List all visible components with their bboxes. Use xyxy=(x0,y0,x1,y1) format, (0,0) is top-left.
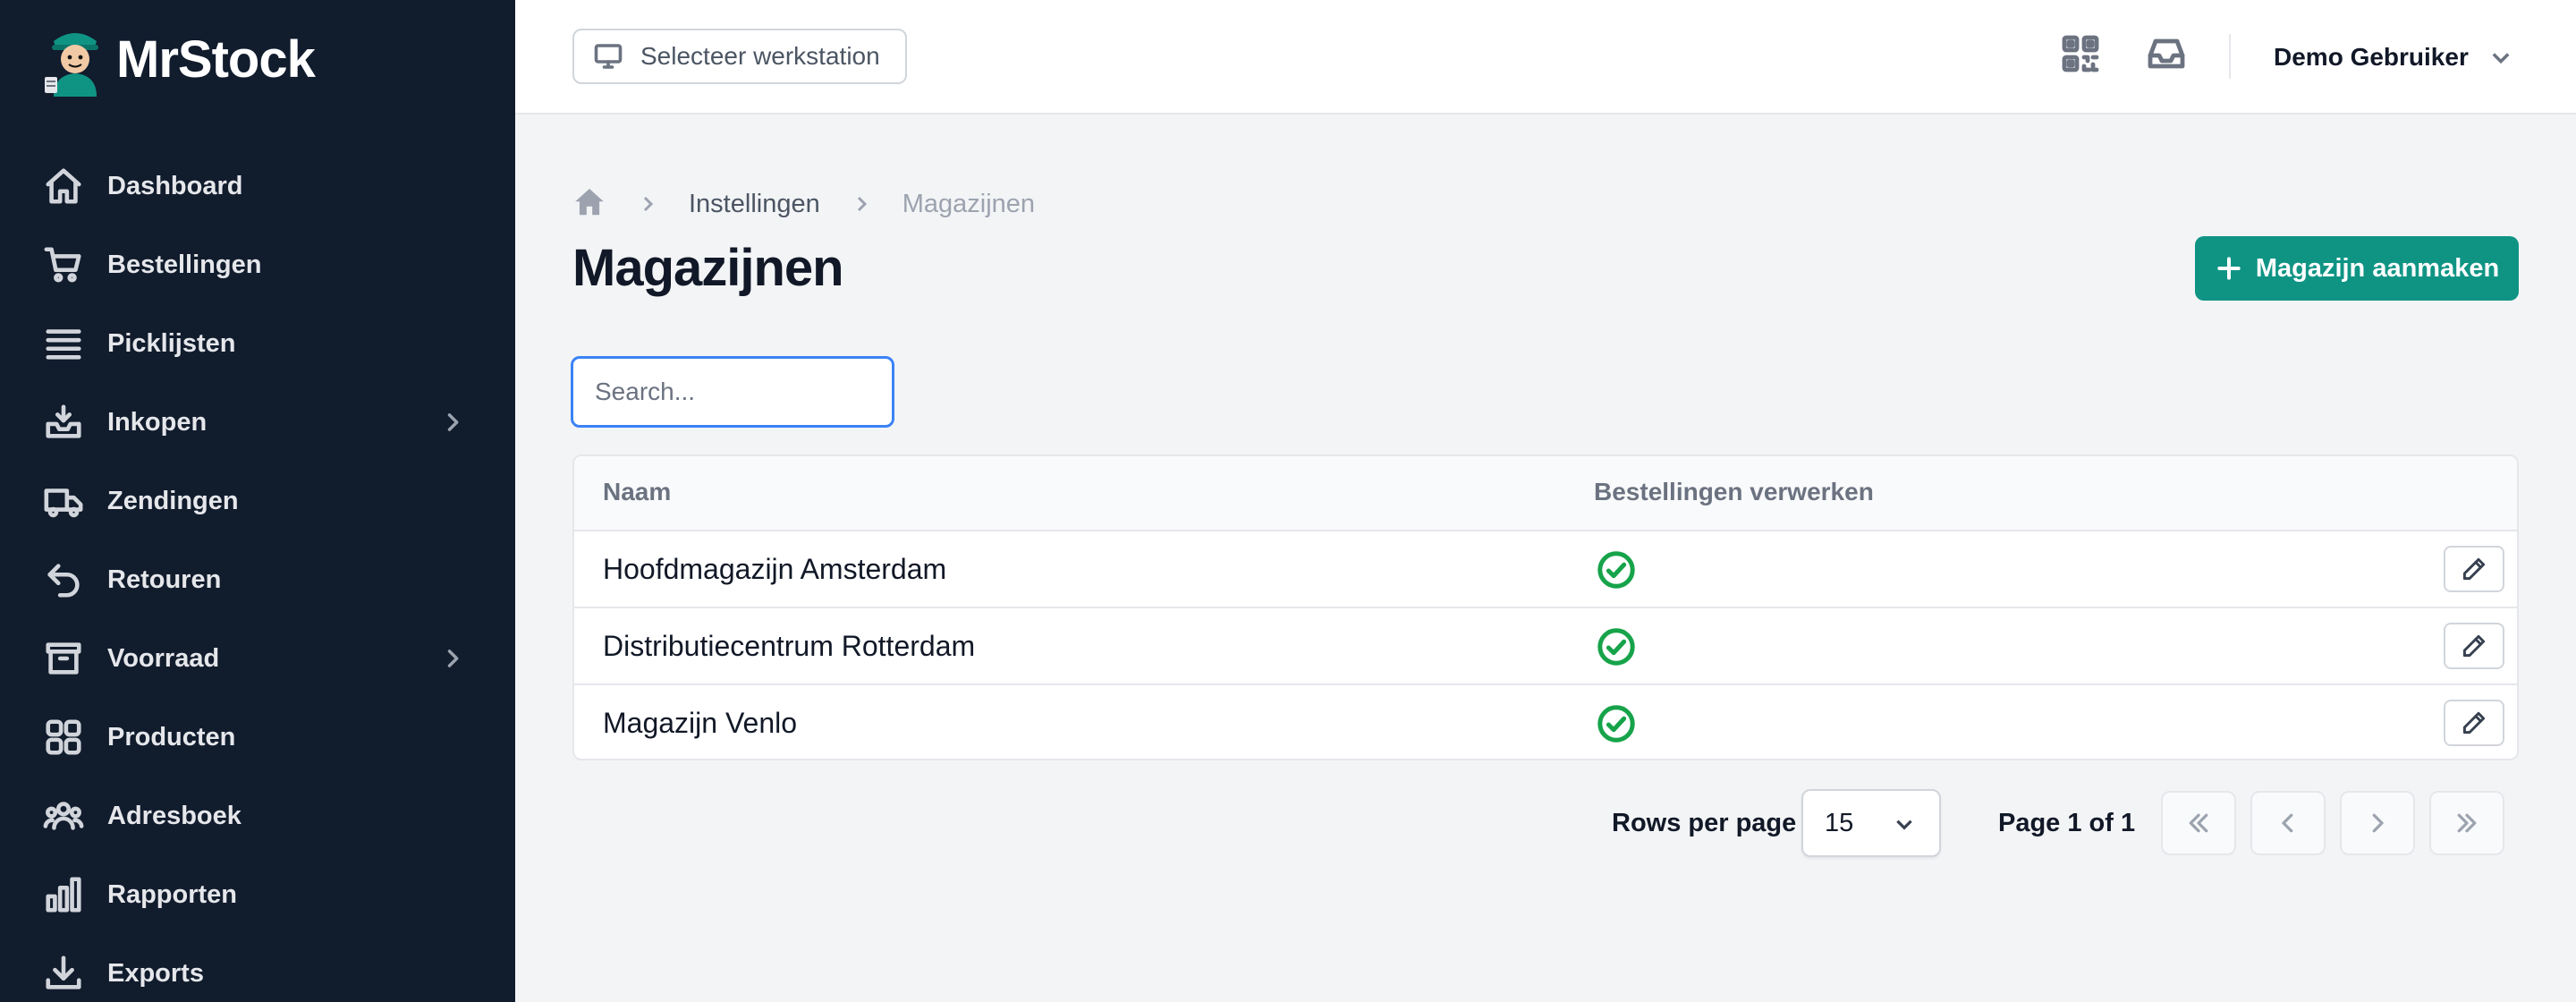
edit-button[interactable] xyxy=(2444,623,2504,669)
sidebar-item-zendingen[interactable]: Zendingen xyxy=(0,462,515,540)
page-info: Page 1 of 1 xyxy=(1998,809,2136,837)
chevron-right-icon xyxy=(440,646,465,671)
qr-code-button[interactable] xyxy=(2059,32,2102,75)
sidebar-item-label: Exports xyxy=(107,958,204,988)
rows-per-page-select[interactable]: 15 xyxy=(1801,789,1941,857)
user-name: Demo Gebruiker xyxy=(2274,43,2469,71)
table-row: Distributiecentrum Rotterdam xyxy=(574,608,2517,685)
sidebar-item-dashboard[interactable]: Dashboard xyxy=(0,147,515,225)
column-header-naam[interactable]: Naam xyxy=(603,478,671,506)
chevrons-right-icon xyxy=(2457,813,2477,833)
check-circle-icon xyxy=(1596,626,1637,667)
sidebar-item-label: Inkopen xyxy=(107,407,208,437)
previous-page-button[interactable] xyxy=(2250,791,2326,855)
user-menu[interactable]: Demo Gebruiker xyxy=(2274,36,2513,79)
workstation-label: Selecteer werkstation xyxy=(640,42,880,70)
sidebar-item-voorraad[interactable]: Voorraad xyxy=(0,619,515,698)
truck-icon xyxy=(44,488,83,518)
last-page-button[interactable] xyxy=(2429,791,2504,855)
users-icon xyxy=(43,802,84,830)
inbox-download-icon xyxy=(46,404,81,438)
rows-per-page-label: Rows per page xyxy=(1612,809,1797,837)
sidebar-item-label: Voorraad xyxy=(107,643,220,673)
warehouse-name: Distributiecentrum Rotterdam xyxy=(603,630,976,662)
chevron-right-icon xyxy=(440,410,465,435)
inbox-icon xyxy=(2148,38,2185,69)
sidebar: MrStock Dashboard Bestellingen Picklijst… xyxy=(0,0,515,1002)
check-circle-icon xyxy=(1596,549,1637,590)
sidebar-item-label: Zendingen xyxy=(107,486,239,515)
app-name: MrStock xyxy=(116,30,316,89)
sidebar-item-adresboek[interactable]: Adresboek xyxy=(0,777,515,855)
bar-chart-icon xyxy=(46,877,81,913)
chevron-right-icon xyxy=(851,193,872,215)
sidebar-item-exports[interactable]: Exports xyxy=(0,934,515,1002)
sidebar-item-retouren[interactable]: Retouren xyxy=(0,540,515,619)
download-icon xyxy=(46,955,81,989)
column-header-bestellingen-verwerken[interactable]: Bestellingen verwerken xyxy=(1594,478,1874,506)
sidebar-item-bestellingen[interactable]: Bestellingen xyxy=(0,225,515,304)
sidebar-nav: Dashboard Bestellingen Picklijsten Inkop… xyxy=(0,147,515,1002)
sidebar-item-label: Rapporten xyxy=(107,879,237,909)
grid-icon xyxy=(46,719,81,755)
chevron-right-icon xyxy=(637,193,658,215)
sidebar-item-picklijsten[interactable]: Picklijsten xyxy=(0,304,515,383)
chevron-down-icon xyxy=(2492,53,2510,64)
table-row: Magazijn Venlo xyxy=(574,685,2517,759)
pencil-icon xyxy=(2462,634,2486,658)
edit-button[interactable] xyxy=(2444,700,2504,746)
next-page-button[interactable] xyxy=(2340,791,2415,855)
archive-box-icon xyxy=(46,642,81,675)
sidebar-item-inkopen[interactable]: Inkopen xyxy=(0,383,515,462)
qr-code-icon xyxy=(2062,35,2099,72)
list-icon xyxy=(46,329,81,360)
warehouse-name: Hoofdmagazijn Amsterdam xyxy=(603,553,947,585)
check-circle-icon xyxy=(1596,703,1637,744)
chevron-left-icon xyxy=(2282,813,2293,833)
return-arrow-icon xyxy=(47,564,80,598)
pencil-icon xyxy=(2462,557,2486,581)
pencil-icon xyxy=(2462,711,2486,735)
chevron-right-icon xyxy=(2372,813,2384,833)
sidebar-item-label: Producten xyxy=(107,722,236,752)
mascot-logo-icon xyxy=(45,33,98,97)
breadcrumb: Instellingen Magazijnen xyxy=(572,184,1035,224)
topbar-divider xyxy=(2229,34,2231,79)
sidebar-item-label: Adresboek xyxy=(107,801,242,830)
chevron-down-icon xyxy=(1896,819,1912,830)
table-row: Hoofdmagazijn Amsterdam xyxy=(574,531,2517,608)
sidebar-item-label: Picklijsten xyxy=(107,328,236,358)
edit-button[interactable] xyxy=(2444,546,2504,592)
breadcrumb-home[interactable] xyxy=(572,185,606,224)
home-icon xyxy=(46,168,81,204)
rows-per-page-value: 15 xyxy=(1825,808,1854,837)
sidebar-item-rapporten[interactable]: Rapporten xyxy=(0,855,515,934)
search-input[interactable] xyxy=(571,356,894,428)
breadcrumb-item-magazijnen: Magazijnen xyxy=(902,189,1036,218)
warehouses-table: Naam Bestellingen verwerken Hoofdmagazij… xyxy=(572,454,2519,760)
create-warehouse-label: Magazijn aanmaken xyxy=(2255,253,2500,283)
breadcrumb-item-instellingen[interactable]: Instellingen xyxy=(689,190,820,219)
warehouse-name: Magazijn Venlo xyxy=(603,707,798,739)
app-logo[interactable]: MrStock xyxy=(41,21,316,97)
create-warehouse-button[interactable]: Magazijn aanmaken xyxy=(2195,236,2519,301)
topbar: Selecteer werkstation Demo Gebruiker xyxy=(515,0,2576,115)
cart-icon xyxy=(44,247,81,283)
sidebar-item-label: Dashboard xyxy=(107,171,243,200)
inbox-button[interactable] xyxy=(2145,32,2188,75)
chevrons-left-icon xyxy=(2189,813,2208,833)
first-page-button[interactable] xyxy=(2161,791,2236,855)
plus-icon xyxy=(2217,257,2241,280)
monitor-icon xyxy=(594,44,623,69)
page-title: Magazijnen xyxy=(572,239,844,297)
sidebar-item-producten[interactable]: Producten xyxy=(0,698,515,777)
home-icon xyxy=(575,188,604,215)
table-header: Naam Bestellingen verwerken xyxy=(574,456,2517,531)
sidebar-item-label: Retouren xyxy=(107,565,222,594)
sidebar-item-label: Bestellingen xyxy=(107,250,262,279)
select-workstation-button[interactable]: Selecteer werkstation xyxy=(572,29,907,84)
